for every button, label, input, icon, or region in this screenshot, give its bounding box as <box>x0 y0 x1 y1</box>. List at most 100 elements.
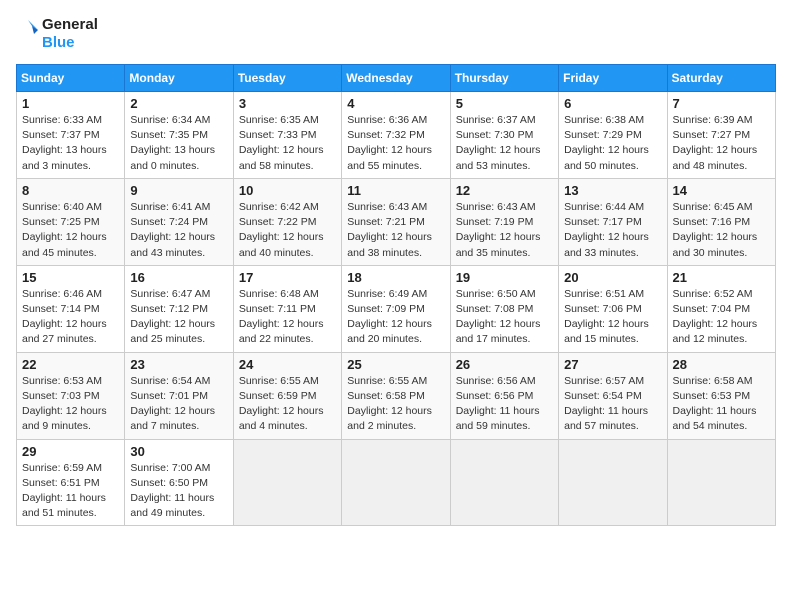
day-number: 1 <box>22 96 119 111</box>
day-number: 30 <box>130 444 227 459</box>
calendar-header: SundayMondayTuesdayWednesdayThursdayFrid… <box>17 65 776 92</box>
day-number: 28 <box>673 357 770 372</box>
day-number: 10 <box>239 183 336 198</box>
day-cell: 26 Sunrise: 6:56 AMSunset: 6:56 PMDayligh… <box>450 352 558 439</box>
day-info: Sunrise: 6:42 AMSunset: 7:22 PMDaylight:… <box>239 200 336 261</box>
day-cell: 12Sunrise: 6:43 AMSunset: 7:19 PMDayligh… <box>450 178 558 265</box>
day-number: 25 <box>347 357 444 372</box>
day-number: 15 <box>22 270 119 285</box>
day-number: 9 <box>130 183 227 198</box>
day-info: Sunrise: 6:37 AMSunset: 7:30 PMDaylight:… <box>456 113 553 174</box>
day-info: Sunrise: 6:34 AMSunset: 7:35 PMDaylight:… <box>130 113 227 174</box>
day-info: Sunrise: 6:39 AMSunset: 7:27 PMDaylight:… <box>673 113 770 174</box>
day-cell: 6 Sunrise: 6:38 AMSunset: 7:29 PMDaylight… <box>559 92 667 179</box>
day-number: 26 <box>456 357 553 372</box>
day-cell: 9 Sunrise: 6:41 AMSunset: 7:24 PMDaylight… <box>125 178 233 265</box>
day-cell: 20Sunrise: 6:51 AMSunset: 7:06 PMDayligh… <box>559 265 667 352</box>
day-cell: 21Sunrise: 6:52 AMSunset: 7:04 PMDayligh… <box>667 265 775 352</box>
day-cell: 30 Sunrise: 7:00 AMSunset: 6:50 PMDayligh… <box>125 439 233 526</box>
day-number: 3 <box>239 96 336 111</box>
calendar-body: 1 Sunrise: 6:33 AMSunset: 7:37 PMDaylight… <box>17 92 776 526</box>
header-cell-sunday: Sunday <box>17 65 125 92</box>
day-cell: 25 Sunrise: 6:55 AMSunset: 6:58 PMDayligh… <box>342 352 450 439</box>
week-row-4: 22 Sunrise: 6:53 AMSunset: 7:03 PMDayligh… <box>17 352 776 439</box>
day-cell <box>667 439 775 526</box>
day-info: Sunrise: 6:58 AMSunset: 6:53 PMDaylight:… <box>673 374 770 435</box>
day-number: 13 <box>564 183 661 198</box>
day-number: 22 <box>22 357 119 372</box>
day-cell: 28 Sunrise: 6:58 AMSunset: 6:53 PMDayligh… <box>667 352 775 439</box>
logo-blue: Blue <box>42 34 98 52</box>
day-info: Sunrise: 6:55 AMSunset: 6:58 PMDaylight:… <box>347 374 444 435</box>
week-row-2: 8Sunrise: 6:40 AMSunset: 7:25 PMDaylight… <box>17 178 776 265</box>
day-cell: 23 Sunrise: 6:54 AMSunset: 7:01 PMDayligh… <box>125 352 233 439</box>
day-cell: 13 Sunrise: 6:44 AMSunset: 7:17 PMDayligh… <box>559 178 667 265</box>
header-cell-thursday: Thursday <box>450 65 558 92</box>
day-cell <box>450 439 558 526</box>
day-cell: 3 Sunrise: 6:35 AMSunset: 7:33 PMDaylight… <box>233 92 341 179</box>
day-info: Sunrise: 6:53 AMSunset: 7:03 PMDaylight:… <box>22 374 119 435</box>
calendar-table: SundayMondayTuesdayWednesdayThursdayFrid… <box>16 64 776 526</box>
logo-text: General Blue <box>42 16 98 52</box>
day-cell: 16Sunrise: 6:47 AMSunset: 7:12 PMDayligh… <box>125 265 233 352</box>
day-cell: 14Sunrise: 6:45 AMSunset: 7:16 PMDayligh… <box>667 178 775 265</box>
day-cell: 1 Sunrise: 6:33 AMSunset: 7:37 PMDaylight… <box>17 92 125 179</box>
day-number: 23 <box>130 357 227 372</box>
day-info: Sunrise: 6:33 AMSunset: 7:37 PMDaylight:… <box>22 113 119 174</box>
day-info: Sunrise: 6:52 AMSunset: 7:04 PMDaylight:… <box>673 287 770 348</box>
page-header: General Blue <box>16 16 776 52</box>
logo-bird-icon <box>16 16 40 52</box>
day-info: Sunrise: 6:38 AMSunset: 7:29 PMDaylight:… <box>564 113 661 174</box>
day-number: 5 <box>456 96 553 111</box>
day-cell: 4 Sunrise: 6:36 AMSunset: 7:32 PMDaylight… <box>342 92 450 179</box>
day-number: 19 <box>456 270 553 285</box>
header-cell-monday: Monday <box>125 65 233 92</box>
day-info: Sunrise: 6:56 AMSunset: 6:56 PMDaylight:… <box>456 374 553 435</box>
day-number: 20 <box>564 270 661 285</box>
day-cell: 7 Sunrise: 6:39 AMSunset: 7:27 PMDaylight… <box>667 92 775 179</box>
day-cell <box>559 439 667 526</box>
week-row-1: 1 Sunrise: 6:33 AMSunset: 7:37 PMDaylight… <box>17 92 776 179</box>
week-row-5: 29 Sunrise: 6:59 AMSunset: 6:51 PMDayligh… <box>17 439 776 526</box>
day-info: Sunrise: 6:44 AMSunset: 7:17 PMDaylight:… <box>564 200 661 261</box>
day-number: 18 <box>347 270 444 285</box>
day-number: 2 <box>130 96 227 111</box>
day-cell <box>233 439 341 526</box>
logo-general: General <box>42 16 98 34</box>
day-number: 12 <box>456 183 553 198</box>
header-row: SundayMondayTuesdayWednesdayThursdayFrid… <box>17 65 776 92</box>
day-cell: 22 Sunrise: 6:53 AMSunset: 7:03 PMDayligh… <box>17 352 125 439</box>
day-info: Sunrise: 6:57 AMSunset: 6:54 PMDaylight:… <box>564 374 661 435</box>
day-number: 8 <box>22 183 119 198</box>
day-info: Sunrise: 6:43 AMSunset: 7:21 PMDaylight:… <box>347 200 444 261</box>
day-info: Sunrise: 7:00 AMSunset: 6:50 PMDaylight:… <box>130 461 227 522</box>
logo-container: General Blue <box>16 16 98 52</box>
day-info: Sunrise: 6:35 AMSunset: 7:33 PMDaylight:… <box>239 113 336 174</box>
day-cell: 18 Sunrise: 6:49 AMSunset: 7:09 PMDayligh… <box>342 265 450 352</box>
day-cell: 19 Sunrise: 6:50 AMSunset: 7:08 PMDayligh… <box>450 265 558 352</box>
day-info: Sunrise: 6:50 AMSunset: 7:08 PMDaylight:… <box>456 287 553 348</box>
day-info: Sunrise: 6:55 AMSunset: 6:59 PMDaylight:… <box>239 374 336 435</box>
week-row-3: 15 Sunrise: 6:46 AMSunset: 7:14 PMDayligh… <box>17 265 776 352</box>
logo: General Blue <box>16 16 98 52</box>
day-number: 24 <box>239 357 336 372</box>
day-info: Sunrise: 6:36 AMSunset: 7:32 PMDaylight:… <box>347 113 444 174</box>
day-number: 17 <box>239 270 336 285</box>
day-info: Sunrise: 6:54 AMSunset: 7:01 PMDaylight:… <box>130 374 227 435</box>
day-cell: 5 Sunrise: 6:37 AMSunset: 7:30 PMDaylight… <box>450 92 558 179</box>
day-number: 4 <box>347 96 444 111</box>
day-cell: 8Sunrise: 6:40 AMSunset: 7:25 PMDaylight… <box>17 178 125 265</box>
day-info: Sunrise: 6:49 AMSunset: 7:09 PMDaylight:… <box>347 287 444 348</box>
header-cell-tuesday: Tuesday <box>233 65 341 92</box>
day-cell: 24 Sunrise: 6:55 AMSunset: 6:59 PMDayligh… <box>233 352 341 439</box>
day-info: Sunrise: 6:47 AMSunset: 7:12 PMDaylight:… <box>130 287 227 348</box>
day-number: 29 <box>22 444 119 459</box>
day-number: 11 <box>347 183 444 198</box>
header-cell-saturday: Saturday <box>667 65 775 92</box>
day-info: Sunrise: 6:41 AMSunset: 7:24 PMDaylight:… <box>130 200 227 261</box>
day-number: 7 <box>673 96 770 111</box>
day-info: Sunrise: 6:59 AMSunset: 6:51 PMDaylight:… <box>22 461 119 522</box>
day-number: 6 <box>564 96 661 111</box>
day-cell <box>342 439 450 526</box>
day-info: Sunrise: 6:46 AMSunset: 7:14 PMDaylight:… <box>22 287 119 348</box>
